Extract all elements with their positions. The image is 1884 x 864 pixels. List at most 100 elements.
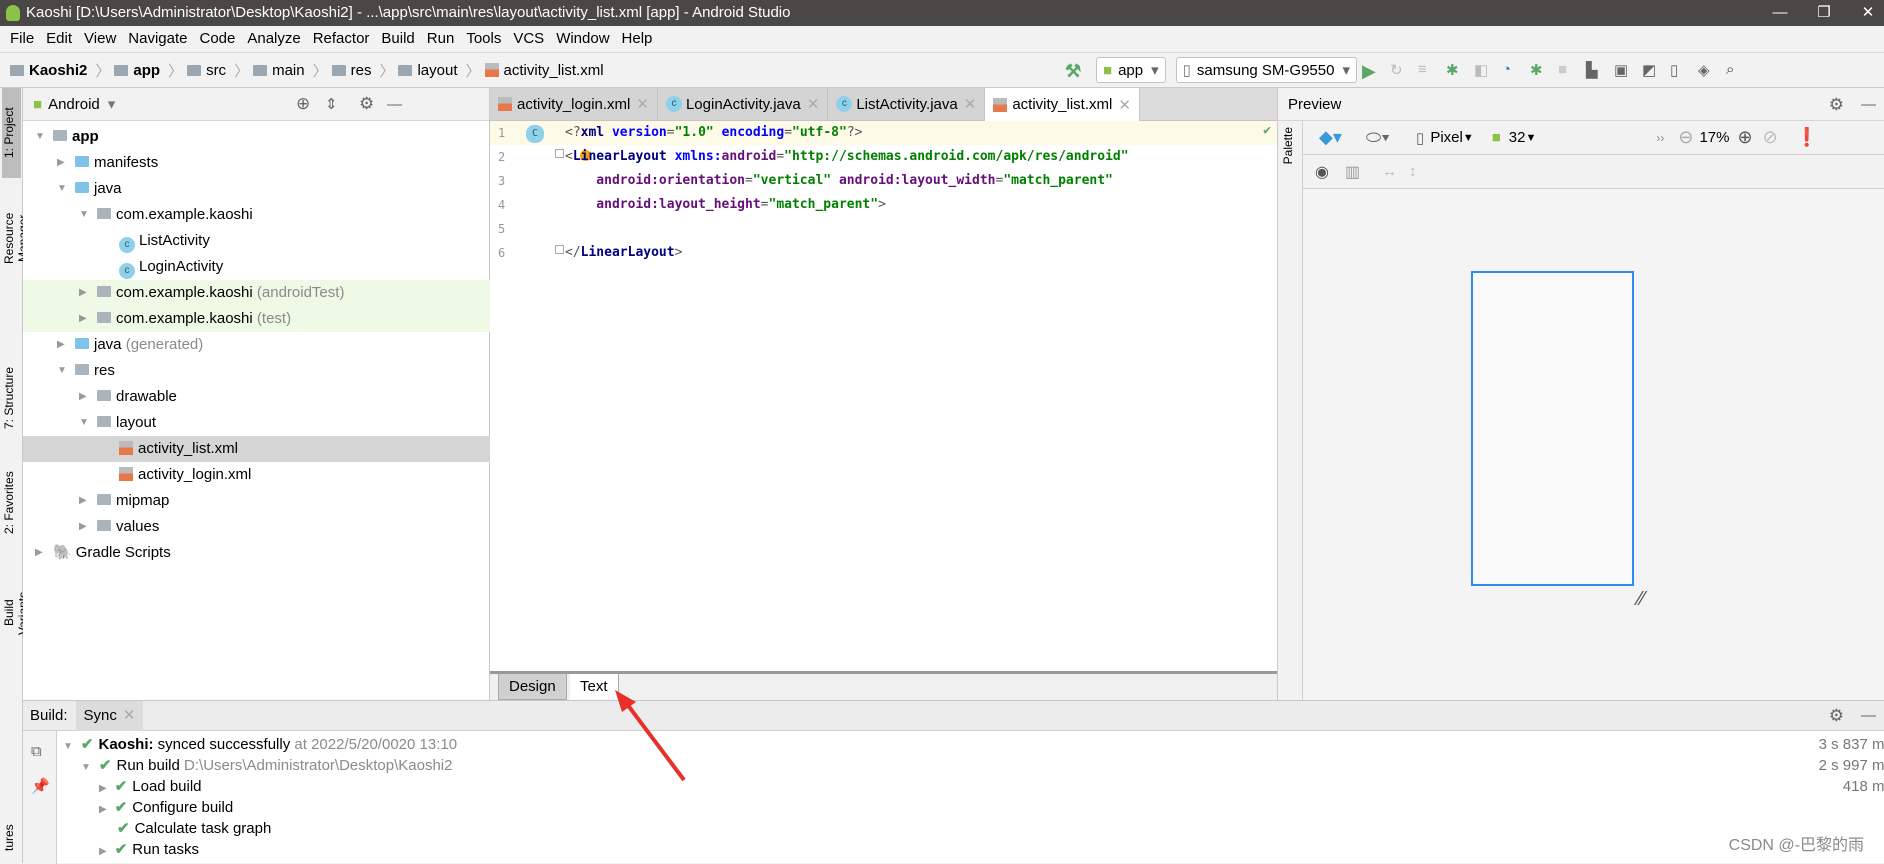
more-icon[interactable]: ››	[1656, 131, 1664, 145]
stop-icon[interactable]: ■	[1558, 61, 1576, 79]
tab-login-activity-java[interactable]: c LoginActivity.java ✕	[657, 88, 829, 120]
profile-icon[interactable]: ◔	[1502, 61, 1520, 79]
chevron-right-icon[interactable]: ▶	[79, 280, 87, 306]
gear-icon[interactable]: ⚙	[359, 94, 374, 114]
sdk-manager-icon[interactable]: ◩	[1642, 61, 1660, 79]
close-tab-icon[interactable]: ✕	[807, 95, 820, 113]
chevron-right-icon[interactable]: ▶	[79, 514, 87, 540]
tool-tab-structure[interactable]: 7: Structure	[2, 358, 21, 438]
tree-item[interactable]: ▼ java	[23, 176, 490, 202]
tree-item[interactable]: ▶ java (generated)	[23, 332, 490, 358]
tool-tab-project[interactable]: 1: Project	[2, 88, 21, 178]
breadcrumb-res[interactable]: res	[331, 62, 371, 79]
build-row[interactable]: ▶ ✔ Run tasks	[99, 839, 199, 860]
menu-edit[interactable]: Edit	[40, 26, 78, 52]
tree-item[interactable]: activity_list.xml	[23, 436, 490, 462]
build-row[interactable]: ✔ Calculate task graph	[99, 818, 271, 839]
tool-tab-build-variants[interactable]: Build Variants	[2, 573, 30, 653]
collapse-all-icon[interactable]: ⇕	[325, 95, 338, 113]
chevron-down-icon[interactable]: ▼	[35, 124, 45, 150]
gear-icon[interactable]: ⚙	[1829, 88, 1844, 121]
project-view-dropdown[interactable]: Android	[48, 96, 100, 113]
toggle-view-icon[interactable]: ⧉	[31, 743, 42, 760]
api-level-dropdown[interactable]: 32	[1509, 129, 1526, 146]
menu-window[interactable]: Window	[550, 26, 615, 52]
chevron-right-icon[interactable]: ▶	[35, 540, 43, 566]
breadcrumb-file[interactable]: activity_list.xml	[484, 62, 604, 79]
tool-tab-favorites[interactable]: 2: Favorites	[2, 463, 21, 543]
eye-icon[interactable]: ◉	[1315, 162, 1329, 182]
chevron-right-icon[interactable]: ▶	[79, 384, 87, 410]
menu-view[interactable]: View	[78, 26, 122, 52]
menu-navigate[interactable]: Navigate	[122, 26, 193, 52]
attach-process-icon[interactable]: ✱	[1530, 61, 1548, 79]
palette-tab[interactable]: Palette	[1281, 127, 1295, 164]
warning-icon[interactable]: ❗	[1796, 127, 1818, 148]
chevron-down-icon[interactable]: ▼	[79, 410, 89, 436]
tree-item[interactable]: ▶ com.example.kaoshi (androidTest)	[23, 280, 490, 306]
device-manager-icon[interactable]: ▯	[1670, 61, 1688, 79]
layers-icon[interactable]: ◆▾	[1319, 127, 1342, 148]
close-tab-icon[interactable]: ✕	[636, 95, 649, 113]
class-gutter-icon[interactable]: C	[526, 125, 544, 143]
fold-icon[interactable]	[555, 245, 564, 254]
apply-changes-icon[interactable]: ↻	[1390, 61, 1408, 79]
build-row[interactable]: ▶ ✔ Configure build	[99, 797, 233, 818]
tab-activity-list-xml[interactable]: activity_list.xml ✕	[985, 88, 1140, 121]
sync-project-icon[interactable]: ▙	[1586, 61, 1604, 79]
device-preview-frame[interactable]	[1471, 271, 1634, 586]
chevron-right-icon[interactable]: ▶	[99, 783, 107, 794]
breadcrumb-main[interactable]: main	[253, 62, 305, 79]
horizontal-resize-icon[interactable]: ↔	[1382, 163, 1397, 180]
search-icon[interactable]: ⌕	[1726, 61, 1744, 79]
vertical-resize-icon[interactable]: ↕	[1409, 163, 1417, 180]
minimize-button[interactable]: —	[1760, 0, 1800, 26]
tool-tab-resource-manager[interactable]: Resource Manager	[2, 183, 30, 293]
menu-run[interactable]: Run	[421, 26, 461, 52]
breadcrumb-src[interactable]: src	[187, 62, 226, 79]
hide-icon[interactable]: —	[387, 96, 402, 113]
tree-item[interactable]: ▶ drawable	[23, 384, 490, 410]
avd-manager-icon[interactable]: ▣	[1614, 61, 1632, 79]
chevron-down-icon[interactable]: ▼	[63, 741, 73, 752]
tree-item[interactable]: ▶ 🐘 Gradle Scripts	[23, 540, 490, 566]
tree-item[interactable]: ▶ manifests	[23, 150, 490, 176]
tree-item[interactable]: ▶ mipmap	[23, 488, 490, 514]
device-dropdown[interactable]: Pixel	[1430, 129, 1463, 146]
close-button[interactable]: ✕	[1848, 0, 1884, 26]
hide-icon[interactable]: —	[1861, 88, 1876, 121]
chevron-down-icon[interactable]: ▼	[57, 358, 67, 384]
chevron-down-icon[interactable]: ▼	[81, 762, 91, 773]
menu-tools[interactable]: Tools	[460, 26, 507, 52]
tab-list-activity-java[interactable]: c ListActivity.java ✕	[828, 88, 986, 120]
menu-file[interactable]: File	[4, 26, 40, 52]
make-project-hammer-icon[interactable]: ⚒	[1065, 61, 1083, 81]
menu-code[interactable]: Code	[193, 26, 241, 52]
chevron-right-icon[interactable]: ▶	[79, 306, 87, 332]
apply-code-changes-icon[interactable]: ≡	[1418, 61, 1436, 79]
menu-vcs[interactable]: VCS	[507, 26, 550, 52]
breadcrumb-kaoshi2[interactable]: Kaoshi2	[10, 62, 87, 79]
resize-handle-icon[interactable]: ⁄⁄	[1638, 588, 1645, 611]
menu-build[interactable]: Build	[375, 26, 420, 52]
sync-tab[interactable]: Sync ✕	[75, 700, 144, 731]
zoom-out-icon[interactable]: ⊖	[1678, 127, 1693, 148]
tree-item[interactable]: c LoginActivity	[23, 254, 490, 280]
orientation-icon[interactable]: ⬭▾	[1366, 127, 1390, 148]
tree-item[interactable]: c ListActivity	[23, 228, 490, 254]
menu-help[interactable]: Help	[616, 26, 659, 52]
fold-icon[interactable]	[555, 149, 564, 158]
breadcrumb-app[interactable]: app	[114, 62, 160, 79]
tree-item[interactable]: ▼ layout	[23, 410, 490, 436]
zoom-in-icon[interactable]: ⊕	[1737, 127, 1752, 148]
chevron-down-icon[interactable]: ▼	[57, 176, 67, 202]
debug-icon[interactable]: ✱	[1446, 61, 1464, 79]
close-tab-icon[interactable]: ✕	[964, 95, 977, 113]
tree-item[interactable]: ▶ values	[23, 514, 490, 540]
tree-item[interactable]: ▼ com.example.kaoshi	[23, 202, 490, 228]
tab-activity-login-xml[interactable]: activity_login.xml ✕	[490, 88, 658, 120]
build-row[interactable]: ▶ ✔ Load build	[99, 776, 202, 797]
tree-item[interactable]: activity_login.xml	[23, 462, 490, 488]
build-row[interactable]: ▼ ✔ Run build D:\Users\Administrator\Deskt…	[81, 755, 452, 776]
gear-icon[interactable]: ⚙	[1829, 706, 1844, 726]
